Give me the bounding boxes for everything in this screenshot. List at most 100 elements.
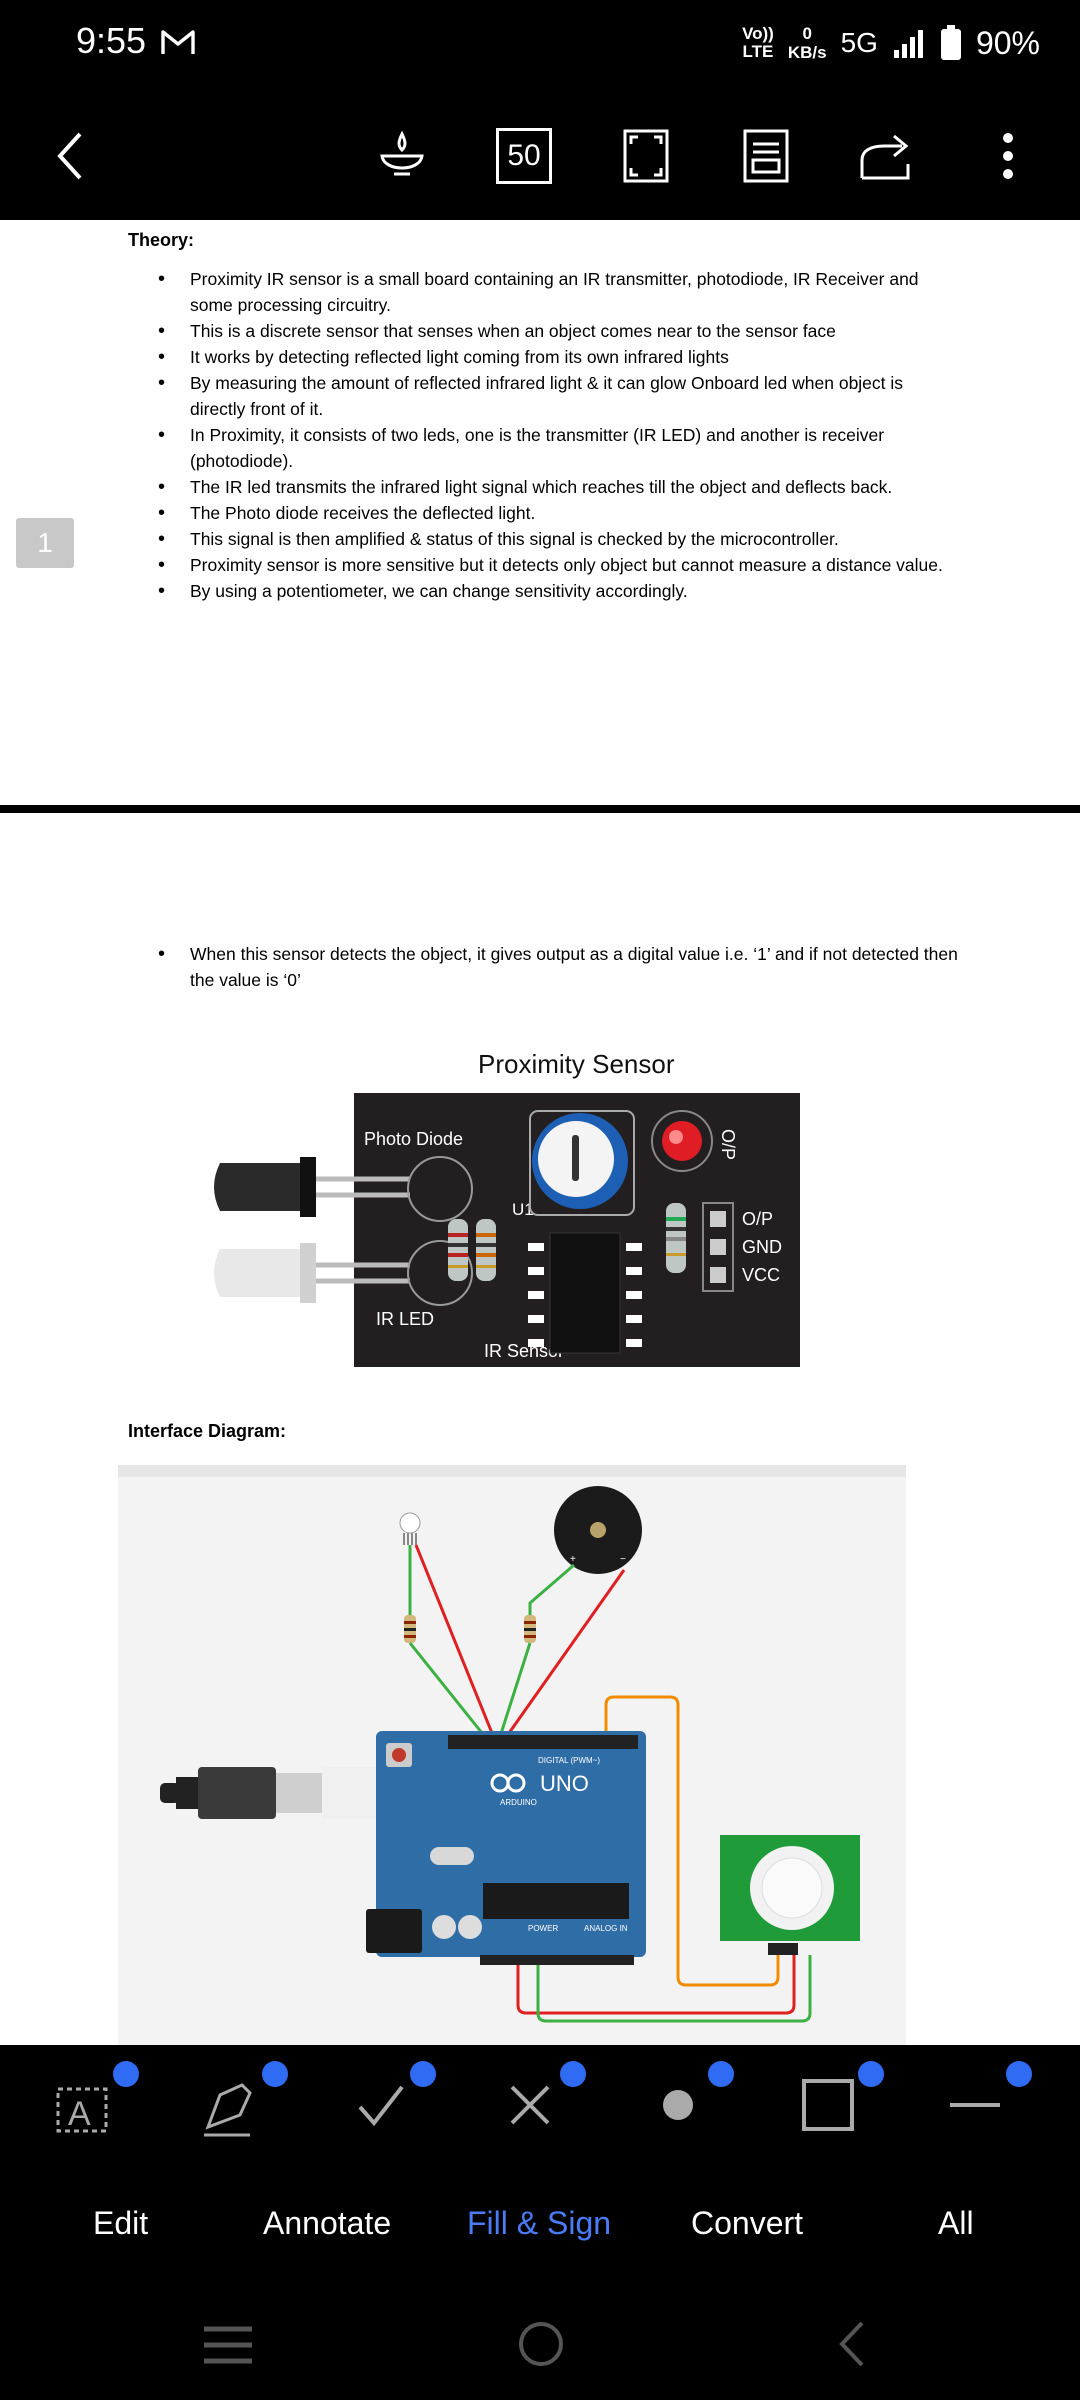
ir-led-label: IR LED	[376, 1309, 434, 1329]
rectangle-icon	[802, 2079, 854, 2131]
signal-icon	[893, 30, 923, 58]
pdf-toolbar: 50	[0, 90, 1080, 220]
bolt-icon	[1006, 2061, 1032, 2087]
pin-op-label: O/P	[742, 1209, 773, 1229]
line-tool[interactable]	[936, 2065, 1016, 2145]
dot-tool[interactable]	[638, 2065, 718, 2145]
bottom-tabs: Edit Annotate Fill & Sign Convert All	[0, 2165, 1080, 2285]
list-item: Proximity sensor is more sensitive but i…	[128, 552, 958, 578]
resistor	[476, 1219, 496, 1281]
read-mode-button[interactable]	[730, 120, 802, 192]
interface-heading: Interface Diagram:	[128, 1421, 287, 1441]
svg-text:A: A	[68, 2095, 91, 2133]
theme-button[interactable]	[366, 120, 438, 192]
line-icon	[950, 2103, 1000, 2107]
page-divider	[0, 805, 1080, 813]
check-icon	[358, 2085, 404, 2127]
pen-icon	[204, 2083, 252, 2137]
analog-label: ANALOG IN	[584, 1924, 628, 1933]
arduino-board: UNO ARDUINO DIGITAL (PWM~) POWER ANALOG …	[366, 1731, 646, 1965]
svg-text:+: +	[570, 1554, 576, 1565]
power-label: POWER	[528, 1924, 558, 1933]
battery-icon	[940, 25, 961, 60]
check-tool[interactable]	[340, 2065, 420, 2145]
list-item: This signal is then amplified & status o…	[128, 526, 958, 552]
fit-page-button[interactable]	[610, 120, 682, 192]
home-icon[interactable]	[516, 2319, 566, 2369]
bolt-icon	[113, 2061, 139, 2087]
battery-percent: 90%	[975, 24, 1040, 61]
system-nav-bar	[0, 2285, 1080, 2400]
back-nav-icon[interactable]	[832, 2319, 872, 2369]
photo-diode-label: Photo Diode	[364, 1129, 463, 1149]
share-icon	[860, 134, 910, 180]
signature-tool[interactable]	[190, 2065, 270, 2145]
resistor	[404, 1615, 416, 1643]
volte-icon: Vo)) LTE	[742, 24, 774, 61]
tab-all[interactable]: All	[938, 2205, 974, 2242]
list-item: The IR led transmits the infrared light …	[128, 474, 958, 500]
theory-list: Proximity IR sensor is a small board con…	[128, 266, 958, 604]
list-item: Proximity IR sensor is a small board con…	[128, 266, 958, 318]
pir-sensor	[720, 1835, 860, 1955]
clock: 9:55	[76, 20, 147, 61]
back-icon	[57, 132, 82, 180]
figure-title: Proximity Sensor	[478, 1049, 675, 1079]
pdf-page-2: When this sensor detects the object, it …	[0, 813, 1080, 2045]
list-item: It works by detecting reflected light co…	[128, 344, 958, 370]
more-icon	[1003, 133, 1013, 179]
pin-vcc-label: VCC	[742, 1265, 780, 1285]
lamp-icon	[380, 130, 424, 176]
zoom-button[interactable]: 50	[488, 120, 560, 192]
cross-icon	[510, 2085, 550, 2125]
more-button[interactable]	[972, 120, 1044, 192]
network-type: 5G	[840, 27, 878, 58]
list-item: The Photo diode receives the deflected l…	[128, 500, 958, 526]
pdf-page-1: Theory: Proximity IR sensor is a small b…	[0, 220, 1080, 805]
text-box-tool[interactable]: A	[42, 2065, 122, 2145]
interface-diagram: +− UNO ARDUINO DIGITAL (PWM~) POWER ANA	[118, 1465, 906, 2045]
bolt-icon	[858, 2061, 884, 2087]
resistor	[448, 1219, 468, 1281]
fit-page-icon	[623, 129, 669, 183]
tab-convert[interactable]: Convert	[691, 2205, 803, 2242]
back-button[interactable]	[34, 120, 106, 192]
text-box-icon: A	[56, 2087, 108, 2133]
tab-annotate[interactable]: Annotate	[263, 2205, 391, 2242]
zoom-value: 50	[507, 139, 541, 172]
proximity-sensor-figure: Photo Diode IR LED IR Sensor U1 O/P O/P …	[214, 1093, 800, 1367]
read-mode-icon	[743, 129, 789, 183]
gmail-icon	[161, 30, 195, 54]
dot-icon	[663, 2090, 693, 2120]
pin-gnd-label: GND	[742, 1237, 782, 1257]
rectangle-tool[interactable]	[788, 2065, 868, 2145]
list-item: By using a potentiometer, we can change …	[128, 578, 958, 604]
cross-tool[interactable]	[490, 2065, 570, 2145]
fill-sign-tools: A	[0, 2045, 1080, 2165]
list-item: In Proximity, it consists of two leds, o…	[128, 422, 958, 474]
sensor-output-list: When this sensor detects the object, it …	[128, 941, 958, 993]
list-item: When this sensor detects the object, it …	[128, 941, 958, 993]
list-item: By measuring the amount of reflected inf…	[128, 370, 958, 422]
share-button[interactable]	[852, 120, 924, 192]
recents-icon[interactable]	[200, 2323, 256, 2367]
status-right: Vo)) LTE 0 KB/s 5G 90%	[742, 18, 1040, 68]
resistor	[524, 1615, 536, 1643]
svg-text:−: −	[620, 1554, 626, 1565]
bolt-icon	[560, 2061, 586, 2087]
op-vertical-label: O/P	[718, 1129, 738, 1160]
tab-fill-sign[interactable]: Fill & Sign	[467, 2205, 611, 2242]
bolt-icon	[410, 2061, 436, 2087]
bolt-icon	[262, 2061, 288, 2087]
arduino-brand-label: ARDUINO	[500, 1798, 537, 1807]
tab-edit[interactable]: Edit	[93, 2205, 148, 2242]
digital-label: DIGITAL (PWM~)	[538, 1756, 600, 1765]
resistor	[666, 1203, 686, 1273]
uno-label: UNO	[540, 1771, 589, 1796]
status-bar: 9:55 Vo)) LTE 0 KB/s 5G 90%	[0, 0, 1080, 90]
bolt-icon	[708, 2061, 734, 2087]
buzzer: + −	[554, 1486, 642, 1574]
net-speed: 0 KB/s	[787, 24, 827, 62]
page-number-badge[interactable]: 1	[16, 518, 74, 568]
list-item: This is a discrete sensor that senses wh…	[128, 318, 958, 344]
